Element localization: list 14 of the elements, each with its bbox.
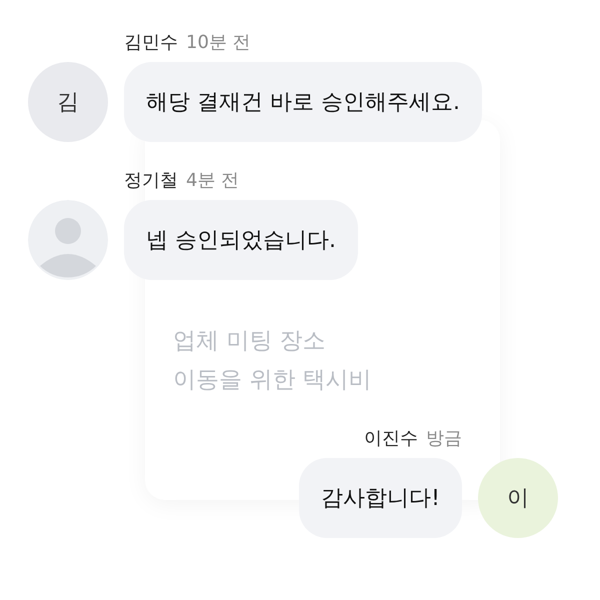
sender-name: 이진수	[364, 427, 418, 450]
message-time: 4분 전	[186, 169, 240, 192]
avatar-icon	[28, 200, 108, 280]
message-bubble: 감사합니다!	[299, 458, 462, 538]
message-bubble: 넵 승인되었습니다.	[124, 200, 358, 280]
avatar: 김	[28, 62, 108, 142]
message-bubble: 해당 결재건 바로 승인해주세요.	[124, 62, 482, 142]
message-time: 방금	[426, 427, 462, 450]
sender-name: 정기철	[124, 169, 178, 192]
avatar: 이	[478, 458, 558, 538]
sender-name: 김민수	[124, 31, 178, 54]
description-text: 이동을 위한 택시비	[173, 366, 372, 395]
description-text: 업체 미팅 장소	[173, 327, 326, 356]
message-time: 10분 전	[186, 31, 251, 54]
